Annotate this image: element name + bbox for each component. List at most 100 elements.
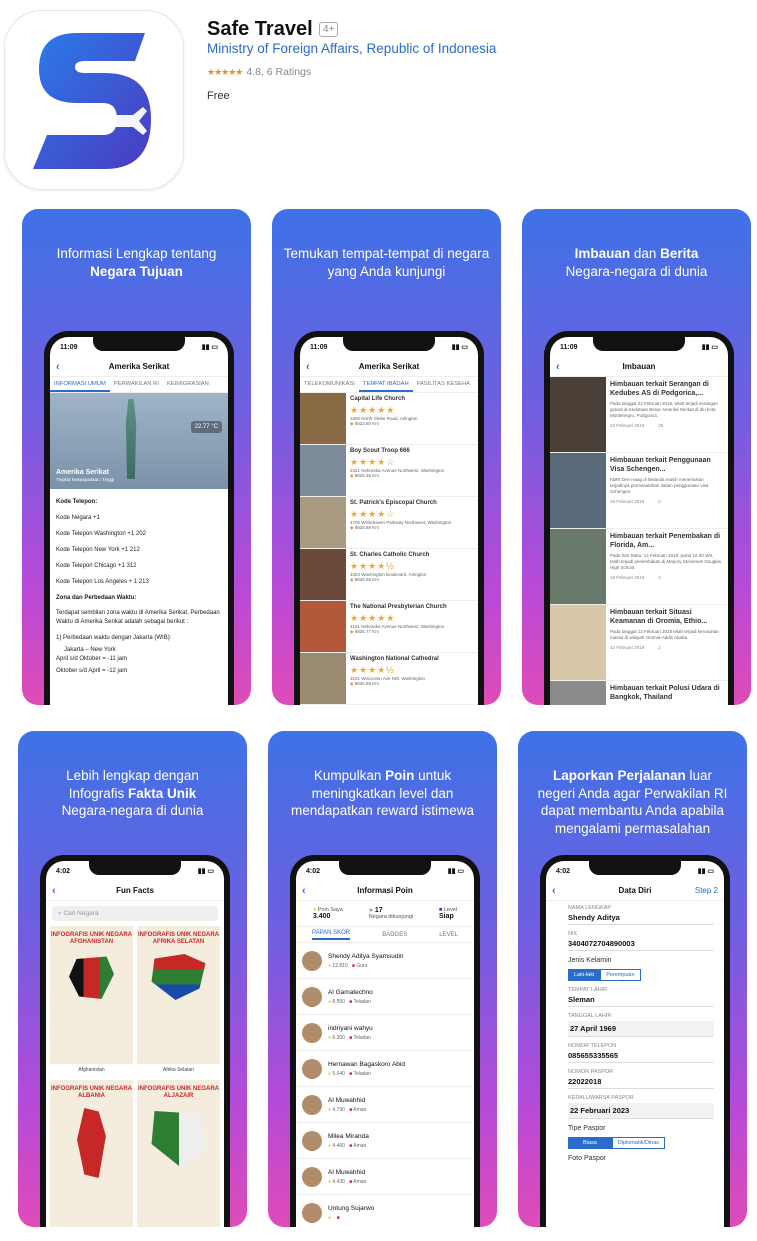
user-badge: Aman — [353, 1142, 367, 1149]
funfact-card[interactable]: INFOGRAFIS UNIK NEGARA ALJAZAIR — [137, 1080, 220, 1227]
leaderboard-row[interactable]: Al Muwahhid ● 4.790 ■ Aman — [296, 1087, 474, 1123]
leaderboard-row[interactable]: indriyani wahyu ● 6.300 ■ Teladan — [296, 1015, 474, 1051]
app-icon[interactable] — [4, 10, 184, 190]
funfacts-grid: INFOGRAFIS UNIK NEGARA AFGHANISTAN Afgha… — [46, 926, 224, 1227]
tab-badges[interactable]: BADGES — [382, 932, 407, 938]
tab-keimigrasian[interactable]: KEIMIGRASIAN — [163, 377, 213, 392]
news-list: Himbauan terkait Serangan di Kedubes AS … — [550, 377, 728, 705]
funfact-card[interactable]: INFOGRAFIS UNIK NEGARA AFGHANISTAN Afgha… — [50, 926, 133, 1076]
badge-icon: ■ — [349, 998, 353, 1005]
badge-icon: ■ — [336, 1214, 340, 1221]
news-thumbnail — [550, 605, 606, 680]
place-item[interactable]: Capital Life Church ★★★★★ 1800 North Glebe… — [300, 393, 478, 445]
step-indicator: Step 2 — [694, 886, 718, 895]
place-item[interactable]: St. Patrick's Episcopal Church ★★★★☆ 4700 … — [300, 497, 478, 549]
place-item[interactable]: Boy Scout Troop 666 ★★★★☆ 2421 Nebraska Av… — [300, 445, 478, 497]
leaderboard-row[interactable]: Al Gamatechno ● 8.550 ■ Teladan — [296, 979, 474, 1015]
nav-bar: ‹ Informasi Poin — [296, 881, 474, 901]
field-kedaluwarsa[interactable]: KEDALUWARSA PASPOR 22 Februari 2023 — [546, 1091, 724, 1121]
back-icon[interactable]: ‹ — [52, 885, 56, 897]
notch — [589, 861, 681, 875]
place-item[interactable]: St. Charles Catholic Church ★★★★½ 3304 Was… — [300, 549, 478, 601]
funfact-card[interactable]: INFOGRAFIS UNIK NEGARA AFRIKA SELATAN Af… — [137, 926, 220, 1076]
search-placeholder: Cari Negara — [63, 910, 99, 917]
screenshot-1[interactable]: Informasi Lengkap tentang Negara Tujuan … — [22, 209, 251, 705]
user-name: indriyani wahyu — [328, 1024, 373, 1032]
field-tempat-lahir[interactable]: TEMPAT LAHIR Sleman — [546, 983, 724, 1009]
search-input[interactable]: ⌕ Cari Negara — [52, 906, 218, 921]
pin-icon: ◆ — [350, 577, 354, 582]
avatar — [302, 1166, 322, 1187]
gender-option-male[interactable]: Laki-laki — [568, 969, 601, 981]
caption: Imbauan dan Berita Negara-negara di duni… — [522, 245, 751, 280]
badge-icon: ■ — [349, 1034, 353, 1041]
leaderboard-row[interactable]: Milea Miranda ● 4.460 ■ Aman — [296, 1123, 474, 1159]
field-telepon[interactable]: NOMOR TELEPON 085655335565 — [546, 1039, 724, 1065]
tab-papan-skor[interactable]: PAPAN SKOR — [312, 930, 351, 940]
user-stats: ● 5.640 ■ Teladan — [328, 1071, 405, 1077]
tab-telekomunikasi[interactable]: TELEKOMUNIKASI — [300, 377, 359, 392]
comment-count: 2 — [658, 645, 661, 650]
screenshot-4[interactable]: Lebih lengkap dengan Infografis Fakta Un… — [18, 731, 247, 1227]
notch — [89, 861, 181, 875]
notch — [343, 337, 435, 351]
tab-informasi-umum[interactable]: INFORMASI UMUM — [50, 377, 110, 392]
place-distance: ◆ 8822.80 Km — [350, 421, 474, 427]
field-nama[interactable]: NAMA LENGKAP Shendy Aditya — [546, 901, 724, 927]
avatar — [302, 1130, 322, 1151]
tab-tempat-ibadah[interactable]: TEMPAT IBADAH — [358, 377, 413, 392]
tab-fasilitas-kesehatan[interactable]: FASILITAS KESEHA — [413, 377, 474, 392]
screenshot-3[interactable]: Imbauan dan Berita Negara-negara di duni… — [522, 209, 751, 705]
leaderboard-row[interactable]: Al Muwahhid ● 4.430 ■ Aman — [296, 1159, 474, 1195]
passport-option-diplomatik[interactable]: Diplomatik/Dinas — [611, 1137, 666, 1149]
nav-title: Imbauan — [622, 362, 656, 371]
field-foto-paspor[interactable]: Foto Paspor — [546, 1151, 724, 1164]
nav-bar: ‹ Fun Facts — [46, 881, 224, 901]
phone-screen: 11:09 ▮▮ ▭ ‹ Amerika Serikat TELEKOMUNIKAS… — [300, 337, 478, 705]
tab-level[interactable]: LEVEL — [439, 932, 458, 938]
field-tanggal-lahir[interactable]: TANGGAL LAHIR 27 April 1969 — [546, 1009, 724, 1039]
nav-bar: ‹ Amerika Serikat — [50, 357, 228, 377]
back-icon[interactable]: ‹ — [552, 885, 556, 897]
tab-bar: INFORMASI UMUM PERWAKILAN RI KEIMIGRASIA… — [50, 377, 228, 393]
nav-bar: ‹ Amerika Serikat — [300, 357, 478, 377]
news-item[interactable]: Himbauan terkait Penembakan di Florida, … — [550, 529, 728, 605]
screenshot-2[interactable]: Temukan tempat-tempat di negara yang And… — [272, 209, 501, 705]
user-stats: ● 4.790 ■ Aman — [328, 1107, 366, 1113]
news-desc: Pada tanggal 12 Februari 2018 telah terj… — [610, 629, 719, 640]
leaderboard-row[interactable]: Hernawan Bagaskoro Abid ● 5.640 ■ Teladan — [296, 1051, 474, 1087]
leaderboard-info: Shendy Aditya Syamsudin ● 12.810 ■ Guru — [328, 953, 404, 969]
funfact-card[interactable]: INFOGRAFIS UNIK NEGARA ALBANIA — [50, 1080, 133, 1227]
tab-perwakilan[interactable]: PERWAKILAN RI — [110, 377, 163, 392]
back-icon[interactable]: ‹ — [56, 361, 60, 373]
developer-link[interactable]: Ministry of Foreign Affairs, Republic of… — [207, 41, 496, 56]
screenshot-6[interactable]: Laporkan Perjalanan luar negeri Anda aga… — [518, 731, 747, 1227]
place-item[interactable]: The National Presbyterian Church ★★★★★ 410… — [300, 601, 478, 653]
back-icon[interactable]: ‹ — [302, 885, 306, 897]
leaderboard-row[interactable]: Untung Sujarwo ● ■ — [296, 1195, 474, 1227]
field-paspor[interactable]: NOMOR PASPOR 22022018 — [546, 1065, 724, 1091]
gender-option-female[interactable]: Perempuan — [600, 969, 641, 981]
news-meta: 16 Februari 2018 2 — [610, 575, 724, 580]
news-meta: 22 Februari 2018 35 — [610, 423, 724, 428]
back-icon[interactable]: ‹ — [556, 361, 560, 373]
news-item[interactable]: Himbauan terkait Serangan di Kedubes AS … — [550, 377, 728, 453]
notch — [93, 337, 185, 351]
user-points: 12.810 — [332, 962, 348, 969]
news-info: Himbauan terkait Polusi Udara di Bangkok… — [606, 681, 728, 705]
news-item[interactable]: Himbauan terkait Penggunaan Visa Schenge… — [550, 453, 728, 529]
news-item[interactable]: Himbauan terkait Polusi Udara di Bangkok… — [550, 681, 728, 705]
gender-segmented[interactable]: Laki-laki Perempuan — [568, 969, 714, 981]
place-name: Washington National Cathedral — [350, 656, 439, 662]
field-nik[interactable]: NIK 3404072704890003 — [546, 927, 724, 953]
user-points: 4.460 — [332, 1142, 345, 1149]
news-item[interactable]: Himbauan terkait Situasi Keamanan di Oro… — [550, 605, 728, 681]
leaderboard-row[interactable]: Shendy Aditya Syamsudin ● 12.810 ■ Guru — [296, 943, 474, 979]
passport-option-biasa[interactable]: Biasa — [568, 1137, 612, 1149]
passport-type-segmented[interactable]: Biasa Diplomatik/Dinas — [568, 1137, 714, 1149]
battery-icon: ▮▮ ▭ — [697, 868, 714, 875]
back-icon[interactable]: ‹ — [306, 361, 310, 373]
user-stats: ● 4.430 ■ Aman — [328, 1179, 366, 1185]
place-item[interactable]: Washington National Cathedral ★★★★½ 3101 W… — [300, 653, 478, 705]
screenshot-5[interactable]: Kumpulkan Poin untuk meningkatkan level … — [268, 731, 497, 1227]
